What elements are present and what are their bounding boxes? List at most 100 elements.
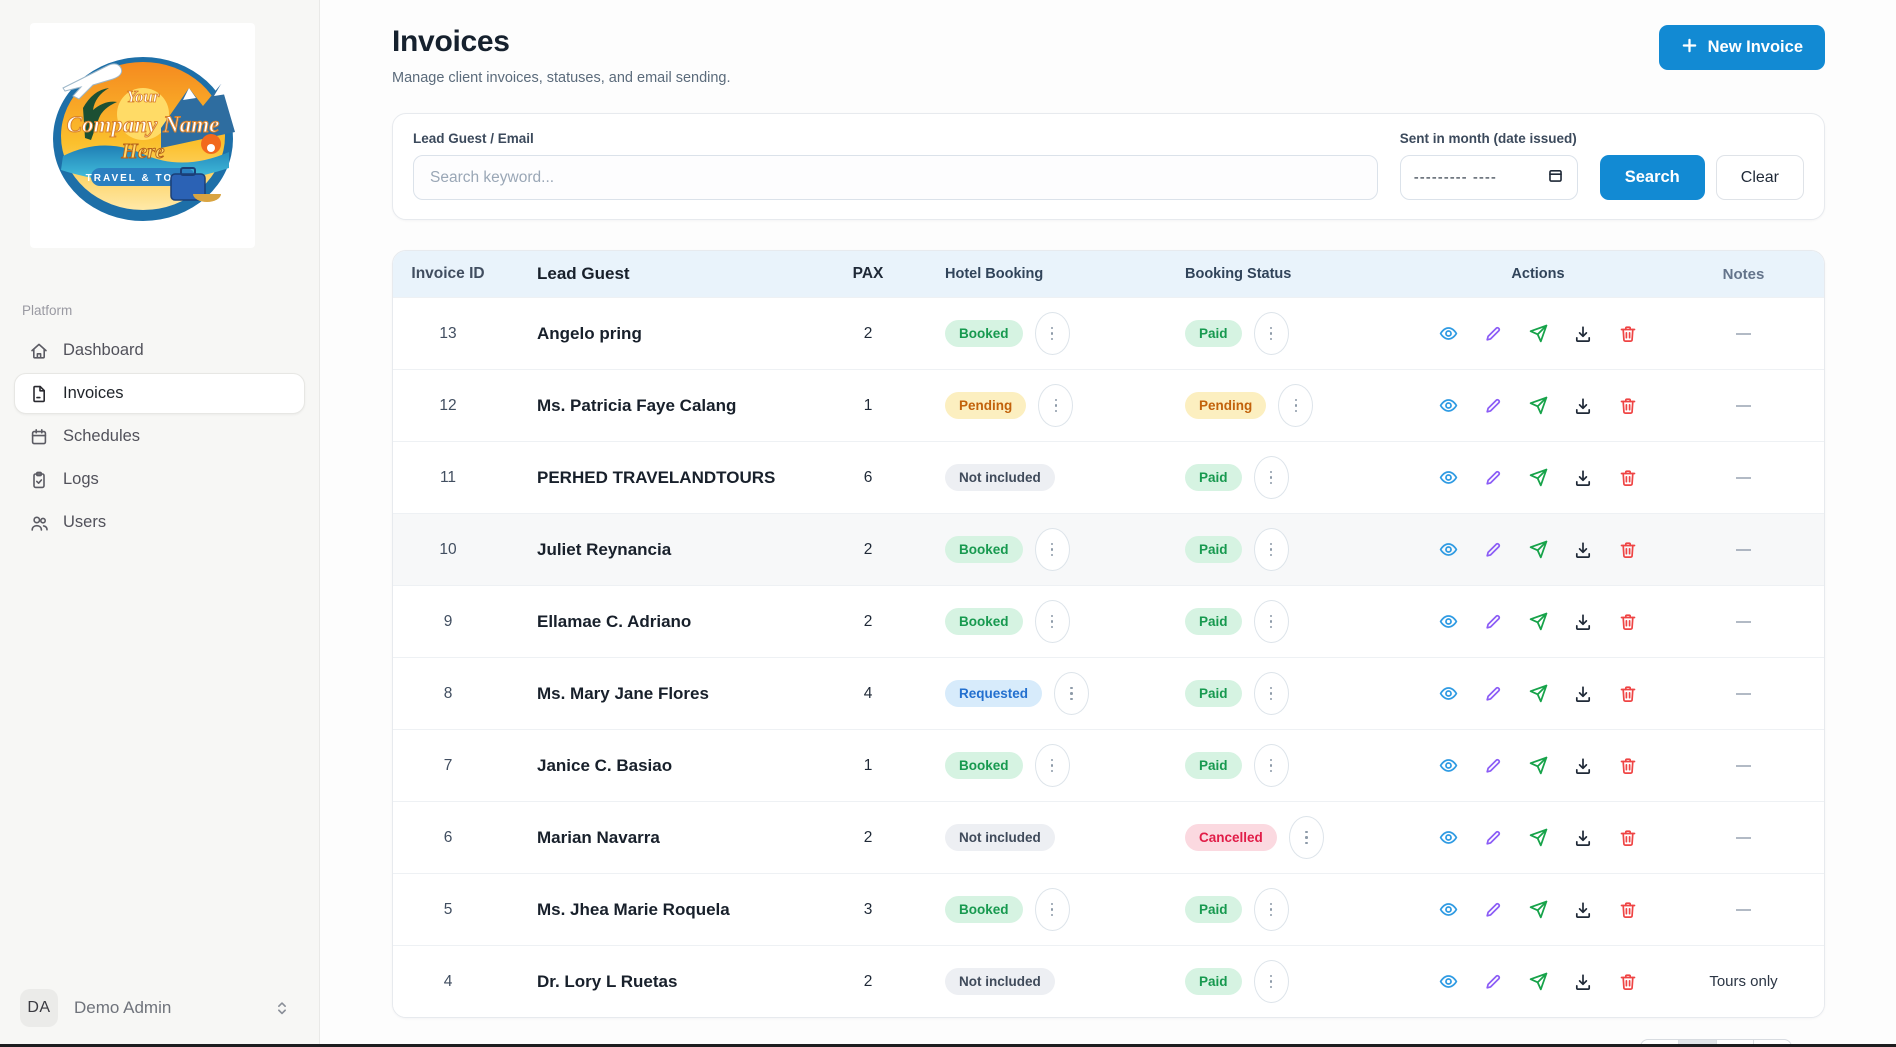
view-button[interactable] [1437,395,1459,417]
table-row[interactable]: 6 Marian Navarra 2 Not included Cancelle… [393,801,1824,873]
cell-pax: 2 [823,829,913,847]
search-button[interactable]: Search [1600,155,1705,200]
hotel-menu-button[interactable] [1035,600,1070,643]
send-email-button[interactable] [1527,395,1549,417]
cell-invoice-id: 9 [393,613,503,631]
download-button[interactable] [1572,467,1594,489]
logo-line3: Here [120,139,164,163]
status-menu-button[interactable] [1289,816,1324,859]
edit-button[interactable] [1482,899,1504,921]
hotel-status-badge: Pending [945,392,1026,419]
send-email-button[interactable] [1527,539,1549,561]
delete-button[interactable] [1617,899,1639,921]
sidebar-item-invoices[interactable]: Invoices [14,373,305,414]
month-date-input[interactable]: --------- ---- [1400,155,1578,200]
table-row[interactable]: 7 Janice C. Basiao 1 Booked Paid [393,729,1824,801]
table-row[interactable]: 5 Ms. Jhea Marie Roquela 3 Booked Paid [393,873,1824,945]
status-menu-button[interactable] [1254,600,1289,643]
send-email-button[interactable] [1527,611,1549,633]
page-subtitle: Manage client invoices, statuses, and em… [392,70,731,86]
new-invoice-button[interactable]: New Invoice [1659,25,1825,70]
hotel-menu-button[interactable] [1035,528,1070,571]
view-button[interactable] [1437,827,1459,849]
logo-line2: Company Name [66,112,219,137]
hotel-menu-button[interactable] [1035,744,1070,787]
hotel-menu-button[interactable] [1054,672,1089,715]
status-menu-button[interactable] [1254,888,1289,931]
user-menu[interactable]: DA Demo Admin [14,981,305,1035]
send-email-button[interactable] [1527,323,1549,345]
sidebar-item-users[interactable]: Users [14,502,305,543]
send-email-button[interactable] [1527,755,1549,777]
download-button[interactable] [1572,323,1594,345]
download-button[interactable] [1572,395,1594,417]
delete-button[interactable] [1617,971,1639,993]
view-button[interactable] [1437,899,1459,921]
edit-button[interactable] [1482,827,1504,849]
status-menu-button[interactable] [1254,744,1289,787]
download-button[interactable] [1572,683,1594,705]
hotel-menu-button[interactable] [1035,888,1070,931]
edit-button[interactable] [1482,467,1504,489]
table-row[interactable]: 8 Ms. Mary Jane Flores 4 Requested Paid [393,657,1824,729]
view-button[interactable] [1437,539,1459,561]
cell-note: — [1663,613,1824,630]
table-row[interactable]: 4 Dr. Lory L Ruetas 2 Not included Paid [393,945,1824,1017]
edit-button[interactable] [1482,683,1504,705]
table-row[interactable]: 13 Angelo pring 2 Booked Paid [393,297,1824,369]
status-menu-button[interactable] [1254,528,1289,571]
keyword-search-input[interactable] [413,155,1378,200]
view-button[interactable] [1437,467,1459,489]
hotel-menu-button[interactable] [1038,384,1073,427]
delete-button[interactable] [1617,539,1639,561]
download-button[interactable] [1572,539,1594,561]
status-menu-button[interactable] [1254,672,1289,715]
sidebar-item-schedules[interactable]: Schedules [14,416,305,457]
view-button[interactable] [1437,611,1459,633]
hotel-menu-button[interactable] [1035,312,1070,355]
view-button[interactable] [1437,323,1459,345]
status-menu-button[interactable] [1278,384,1313,427]
send-email-button[interactable] [1527,467,1549,489]
delete-button[interactable] [1617,683,1639,705]
delete-button[interactable] [1617,467,1639,489]
delete-button[interactable] [1617,755,1639,777]
edit-button[interactable] [1482,395,1504,417]
calendar-picker-icon[interactable] [1547,167,1564,188]
send-email-button[interactable] [1527,827,1549,849]
delete-button[interactable] [1617,611,1639,633]
send-email-button[interactable] [1527,971,1549,993]
send-email-button[interactable] [1527,899,1549,921]
table-row[interactable]: 10 Juliet Reynancia 2 Booked Paid [393,513,1824,585]
clear-button[interactable]: Clear [1716,155,1804,200]
sidebar-item-dashboard[interactable]: Dashboard [14,330,305,371]
delete-button[interactable] [1617,827,1639,849]
view-button[interactable] [1437,755,1459,777]
invoice-icon [29,384,49,404]
delete-button[interactable] [1617,323,1639,345]
cell-note: Tours only [1663,973,1824,990]
table-row[interactable]: 12 Ms. Patricia Faye Calang 1 Pending Pe… [393,369,1824,441]
download-button[interactable] [1572,755,1594,777]
status-menu-button[interactable] [1254,456,1289,499]
sidebar-item-logs[interactable]: Logs [14,459,305,500]
edit-button[interactable] [1482,539,1504,561]
send-email-button[interactable] [1527,683,1549,705]
status-menu-button[interactable] [1254,960,1289,1003]
view-button[interactable] [1437,971,1459,993]
download-button[interactable] [1572,899,1594,921]
edit-button[interactable] [1482,755,1504,777]
edit-button[interactable] [1482,971,1504,993]
download-button[interactable] [1572,611,1594,633]
status-menu-button[interactable] [1254,312,1289,355]
edit-button[interactable] [1482,323,1504,345]
edit-button[interactable] [1482,611,1504,633]
booking-status-badge: Paid [1185,536,1242,563]
delete-button[interactable] [1617,395,1639,417]
table-header-row: Invoice ID Lead Guest PAX Hotel Booking … [393,251,1824,297]
table-row[interactable]: 11 PERHED TRAVELANDTOURS 6 Not included … [393,441,1824,513]
view-button[interactable] [1437,683,1459,705]
table-row[interactable]: 9 Ellamae C. Adriano 2 Booked Paid [393,585,1824,657]
download-button[interactable] [1572,827,1594,849]
download-button[interactable] [1572,971,1594,993]
